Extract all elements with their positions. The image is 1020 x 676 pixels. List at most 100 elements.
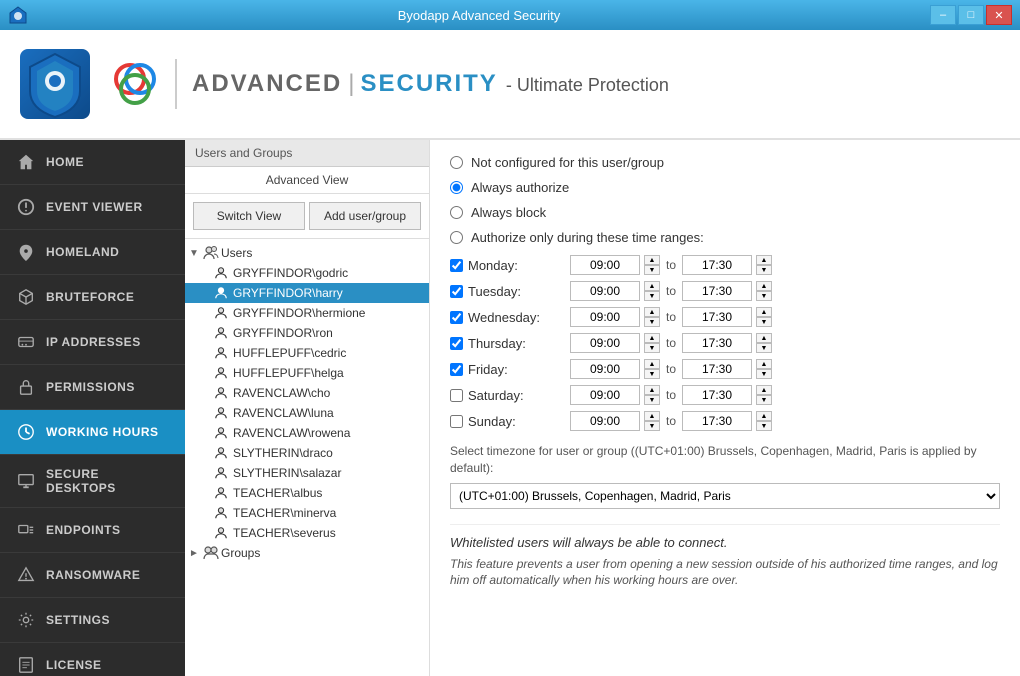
day-label-saturday[interactable]: Saturday:	[468, 388, 558, 403]
radio-always-block-label[interactable]: Always block	[471, 205, 546, 220]
day-label-thursday[interactable]: Thursday:	[468, 336, 558, 351]
tree-user-item[interactable]: RAVENCLAW\luna	[185, 403, 429, 423]
time-from-input-wednesday[interactable]	[570, 307, 640, 327]
add-user-button[interactable]: Add user/group	[309, 202, 421, 230]
time-to-down-saturday[interactable]: ▼	[756, 395, 772, 405]
tree-user-item[interactable]: RAVENCLAW\cho	[185, 383, 429, 403]
time-from-down-tuesday[interactable]: ▼	[644, 291, 660, 301]
switch-view-button[interactable]: Switch View	[193, 202, 305, 230]
minimize-button[interactable]: –	[930, 5, 956, 25]
tree-user-item[interactable]: RAVENCLAW\rowena	[185, 423, 429, 443]
radio-always-block-input[interactable]	[450, 206, 463, 219]
sidebar-item-homeland[interactable]: HOMELAND	[0, 230, 185, 275]
time-from-down-thursday[interactable]: ▼	[644, 343, 660, 353]
time-to-input-sunday[interactable]	[682, 411, 752, 431]
day-checkbox-input-wednesday[interactable]	[450, 311, 463, 324]
day-checkbox-input-saturday[interactable]	[450, 389, 463, 402]
time-to-down-thursday[interactable]: ▼	[756, 343, 772, 353]
time-to-down-tuesday[interactable]: ▼	[756, 291, 772, 301]
maximize-button[interactable]: □	[958, 5, 984, 25]
day-label-sunday[interactable]: Sunday:	[468, 414, 558, 429]
day-label-monday[interactable]: Monday:	[468, 258, 558, 273]
time-from-input-tuesday[interactable]	[570, 281, 640, 301]
sidebar-item-event-viewer[interactable]: EVENT VIEWER	[0, 185, 185, 230]
sidebar-item-settings[interactable]: SETTINGS	[0, 598, 185, 643]
time-from-up-friday[interactable]: ▲	[644, 359, 660, 369]
time-from-up-saturday[interactable]: ▲	[644, 385, 660, 395]
tree-user-item[interactable]: GRYFFINDOR\godric	[185, 263, 429, 283]
time-from-input-friday[interactable]	[570, 359, 640, 379]
time-from-input-thursday[interactable]	[570, 333, 640, 353]
time-from-down-saturday[interactable]: ▼	[644, 395, 660, 405]
day-checkbox-input-monday[interactable]	[450, 259, 463, 272]
day-checkbox-input-thursday[interactable]	[450, 337, 463, 350]
time-from-down-friday[interactable]: ▼	[644, 369, 660, 379]
time-from-input-sunday[interactable]	[570, 411, 640, 431]
timezone-select[interactable]: (UTC+01:00) Brussels, Copenhagen, Madrid…	[450, 483, 1000, 509]
time-to-up-friday[interactable]: ▲	[756, 359, 772, 369]
time-from-up-thursday[interactable]: ▲	[644, 333, 660, 343]
time-from-down-sunday[interactable]: ▼	[644, 421, 660, 431]
time-from-down-wednesday[interactable]: ▼	[644, 317, 660, 327]
sidebar-item-working-hours[interactable]: WORKING HOURS	[0, 410, 185, 455]
tree-user-item[interactable]: GRYFFINDOR\harry	[185, 283, 429, 303]
radio-not-configured-input[interactable]	[450, 156, 463, 169]
time-to-input-wednesday[interactable]	[682, 307, 752, 327]
sidebar-item-ip-addresses[interactable]: IP ADDRESSES	[0, 320, 185, 365]
sidebar-item-secure-desktops[interactable]: SECURE DESKTOPS	[0, 455, 185, 508]
time-to-input-saturday[interactable]	[682, 385, 752, 405]
time-to-up-monday[interactable]: ▲	[756, 255, 772, 265]
close-button[interactable]: ✕	[986, 5, 1012, 25]
time-from-up-wednesday[interactable]: ▲	[644, 307, 660, 317]
sidebar-item-bruteforce[interactable]: BRUTEFORCE	[0, 275, 185, 320]
time-to-group-thursday: ▲ ▼	[682, 333, 772, 353]
time-to-input-friday[interactable]	[682, 359, 752, 379]
tree-users-root[interactable]: ▼ Users	[185, 243, 429, 263]
tree-user-item[interactable]: GRYFFINDOR\ron	[185, 323, 429, 343]
sidebar-item-endpoints[interactable]: ENDPOINTS	[0, 508, 185, 553]
time-from-input-saturday[interactable]	[570, 385, 640, 405]
time-to-up-saturday[interactable]: ▲	[756, 385, 772, 395]
day-checkbox-input-sunday[interactable]	[450, 415, 463, 428]
time-to-input-tuesday[interactable]	[682, 281, 752, 301]
time-to-up-thursday[interactable]: ▲	[756, 333, 772, 343]
tree-user-item[interactable]: SLYTHERIN\salazar	[185, 463, 429, 483]
tree-user-item[interactable]: TEACHER\albus	[185, 483, 429, 503]
time-from-up-monday[interactable]: ▲	[644, 255, 660, 265]
time-to-down-sunday[interactable]: ▼	[756, 421, 772, 431]
tree-user-item[interactable]: GRYFFINDOR\hermione	[185, 303, 429, 323]
time-to-down-monday[interactable]: ▼	[756, 265, 772, 275]
tree-user-item[interactable]: SLYTHERIN\draco	[185, 443, 429, 463]
radio-time-ranges-input[interactable]	[450, 231, 463, 244]
tree-user-item[interactable]: HUFFLEPUFF\cedric	[185, 343, 429, 363]
sidebar-item-license[interactable]: LICENSE	[0, 643, 185, 676]
time-to-down-friday[interactable]: ▼	[756, 369, 772, 379]
tree-groups-root[interactable]: ► Groups	[185, 543, 429, 563]
tree-user-item[interactable]: HUFFLEPUFF\helga	[185, 363, 429, 383]
time-to-input-monday[interactable]	[682, 255, 752, 275]
time-from-up-tuesday[interactable]: ▲	[644, 281, 660, 291]
radio-always-authorize-input[interactable]	[450, 181, 463, 194]
day-checkbox-input-tuesday[interactable]	[450, 285, 463, 298]
radio-always-authorize-label[interactable]: Always authorize	[471, 180, 569, 195]
time-to-up-sunday[interactable]: ▲	[756, 411, 772, 421]
radio-time-ranges-label[interactable]: Authorize only during these time ranges:	[471, 230, 704, 245]
time-from-up-sunday[interactable]: ▲	[644, 411, 660, 421]
time-to-up-tuesday[interactable]: ▲	[756, 281, 772, 291]
time-from-input-monday[interactable]	[570, 255, 640, 275]
radio-not-configured-label[interactable]: Not configured for this user/group	[471, 155, 664, 170]
time-to-down-wednesday[interactable]: ▼	[756, 317, 772, 327]
sidebar-item-ransomware[interactable]: RANSOMWARE	[0, 553, 185, 598]
left-panel-buttons: Switch View Add user/group	[185, 194, 429, 239]
tree-user-item[interactable]: TEACHER\minerva	[185, 503, 429, 523]
time-to-input-thursday[interactable]	[682, 333, 752, 353]
time-to-up-wednesday[interactable]: ▲	[756, 307, 772, 317]
day-label-friday[interactable]: Friday:	[468, 362, 558, 377]
sidebar-item-permissions[interactable]: PERMISSIONS	[0, 365, 185, 410]
time-from-down-monday[interactable]: ▼	[644, 265, 660, 275]
day-label-tuesday[interactable]: Tuesday:	[468, 284, 558, 299]
day-label-wednesday[interactable]: Wednesday:	[468, 310, 558, 325]
day-checkbox-input-friday[interactable]	[450, 363, 463, 376]
sidebar-item-home[interactable]: HOME	[0, 140, 185, 185]
tree-user-item[interactable]: TEACHER\severus	[185, 523, 429, 543]
